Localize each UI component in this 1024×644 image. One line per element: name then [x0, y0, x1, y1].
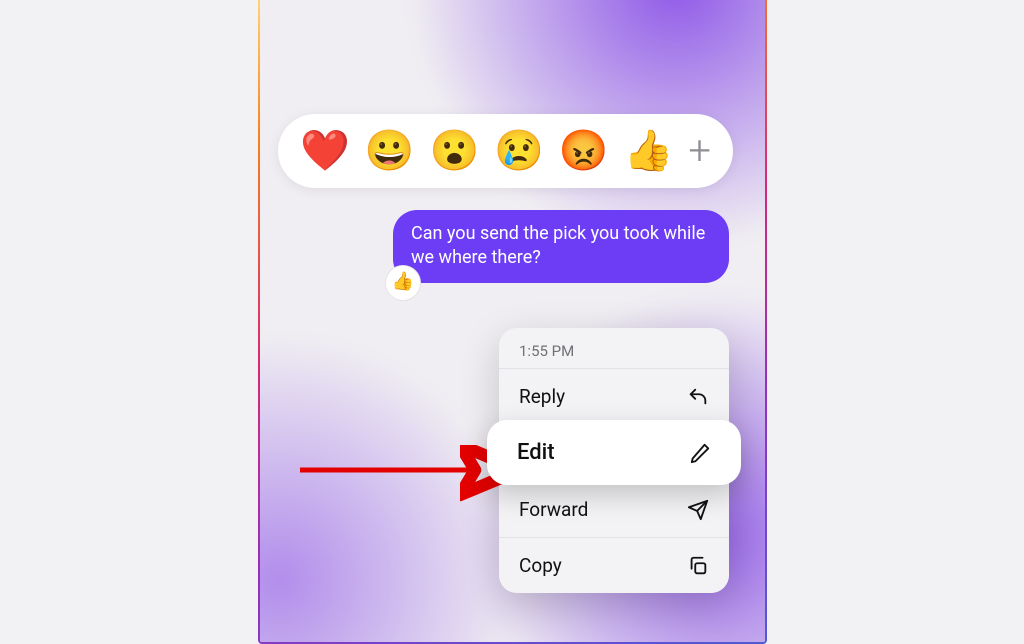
- menu-item-reply[interactable]: Reply: [499, 368, 729, 424]
- menu-item-forward[interactable]: Forward: [499, 481, 729, 537]
- message-context-menu: 1:55 PM Reply Edit Forward Copy: [499, 328, 729, 593]
- thumbs-up-icon: 👍: [392, 270, 414, 294]
- pencil-icon: [689, 442, 711, 464]
- sent-message-bubble[interactable]: Can you send the pick you took while we …: [393, 210, 729, 283]
- thumbs-up-reaction[interactable]: 👍: [624, 131, 674, 171]
- chat-background: ❤️ 😀 😮 😢 😡 👍 + Can you send the pick you…: [260, 0, 765, 642]
- edit-label: Edit: [517, 440, 555, 465]
- surprised-reaction[interactable]: 😮: [429, 131, 479, 171]
- menu-item-copy[interactable]: Copy: [499, 537, 729, 593]
- copy-label: Copy: [519, 554, 562, 577]
- device-frame: ❤️ 😀 😮 😢 😡 👍 + Can you send the pick you…: [258, 0, 767, 644]
- angry-reaction[interactable]: 😡: [559, 131, 609, 171]
- reply-label: Reply: [519, 385, 565, 408]
- menu-item-edit[interactable]: Edit: [487, 420, 741, 485]
- message-timestamp: 1:55 PM: [499, 328, 729, 368]
- sad-reaction[interactable]: 😢: [494, 131, 544, 171]
- send-icon: [687, 499, 709, 521]
- heart-reaction[interactable]: ❤️: [300, 131, 350, 171]
- more-reactions-button[interactable]: +: [688, 131, 711, 171]
- laugh-reaction[interactable]: 😀: [365, 131, 415, 171]
- copy-icon: [687, 555, 709, 577]
- message-reaction-badge[interactable]: 👍: [385, 265, 421, 301]
- forward-label: Forward: [519, 498, 588, 521]
- message-text: Can you send the pick you took while we …: [411, 223, 705, 268]
- reply-icon: [687, 386, 709, 408]
- reaction-picker: ❤️ 😀 😮 😢 😡 👍 +: [278, 114, 733, 188]
